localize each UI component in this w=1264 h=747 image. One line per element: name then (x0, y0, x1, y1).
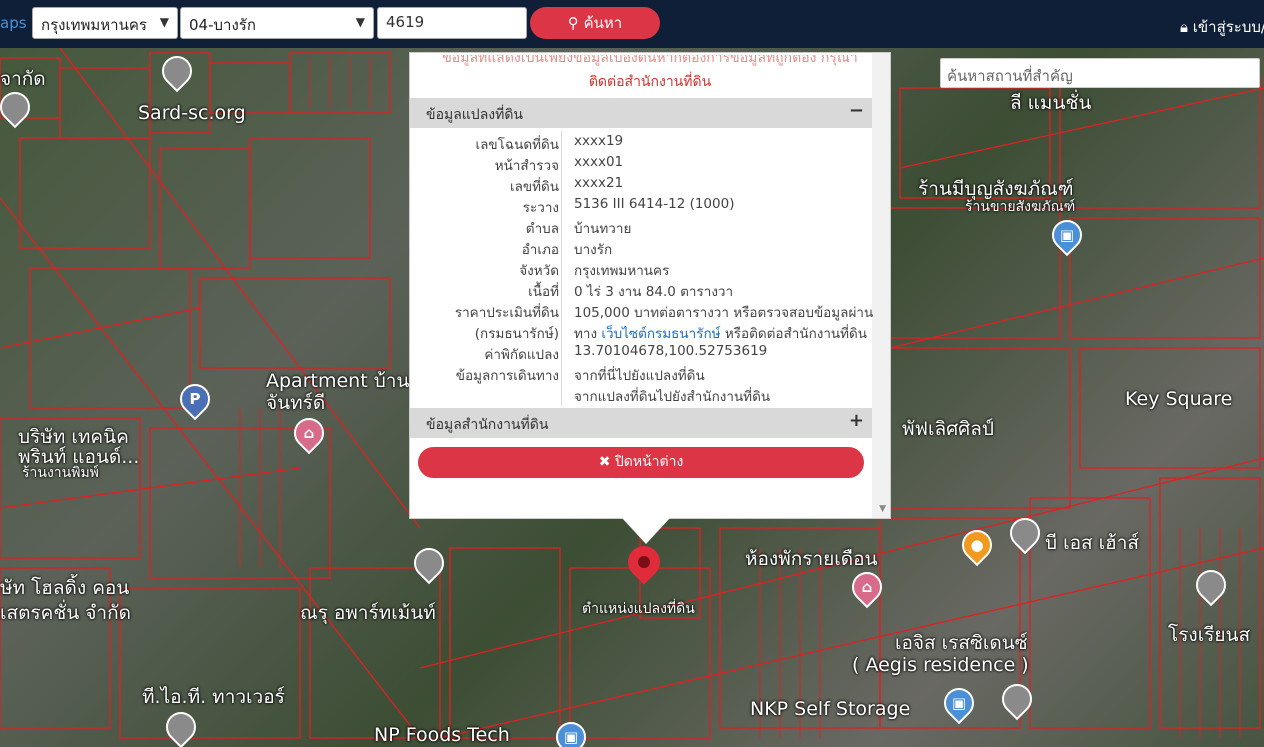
login-label: เข้าสู่ระบบ/ (1192, 18, 1264, 36)
treasury-website-link[interactable]: เว็บไซต์กรมธนารักษ์ (601, 326, 720, 342)
row-value-post: หรือติดต่อสำนักงานที่ดิน (720, 326, 868, 342)
map-label: NP Foods Tech (374, 724, 510, 746)
row-value: xxxx01 (574, 154, 624, 170)
map-label: เสตรคชั่น จำกัด (0, 602, 131, 624)
map-label: ณรุ อพาร์ทเม้นท์ (300, 602, 436, 624)
info-row: เนื้อที่ 0 ไร่ 3 งาน 84.0 ตารางวา (410, 278, 872, 300)
search-icon: ⚲ (567, 14, 579, 32)
notice-line-1: ข้อมูลที่แสดงเป็นเพียงข้อมูลเบื้องต้นหาก… (442, 55, 858, 66)
info-row: อำเภอ บางรัก (410, 236, 872, 258)
district-select[interactable]: 04-บางรัก ▼ (180, 7, 374, 39)
info-row: จังหวัด กรุงเทพมหานคร (410, 257, 872, 279)
coordinates-link[interactable]: 13.70104678,100.52753619 (574, 343, 767, 359)
map-label: ที.ไอ.ที. ทาวเวอร์ (142, 686, 285, 708)
notice-text: ข้อมูลที่แสดงเป็นเพียงข้อมูลเบื้องต้นหาก… (410, 53, 890, 97)
notice-line-2: ติดต่อสำนักงานที่ดิน (588, 74, 712, 90)
map-label: ( Aegis residence ) (852, 654, 1029, 676)
close-window-button[interactable]: ✖ ปิดหน้าต่าง (418, 447, 864, 478)
marker-label: ตำแหน่งแปลงที่ดิน (582, 601, 695, 617)
map-label: Key Square (1125, 388, 1233, 410)
info-row: ข้อมูลการเดินทาง จากที่นี่ไปยังแปลงที่ดิน (410, 362, 872, 384)
info-row: ระวาง 5136 III 6414-12 (1000) (410, 194, 872, 216)
parcel-info-popup: ข้อมูลที่แสดงเป็นเพียงข้อมูลเบื้องต้นหาก… (409, 52, 891, 544)
info-row: หน้าสำรวจ xxxx01 (410, 152, 872, 174)
search-button[interactable]: ⚲ ค้นหา (530, 7, 660, 39)
close-icon: ✖ (598, 454, 611, 470)
info-row: จากแปลงที่ดินไปยังสำนักงานที่ดิน (410, 383, 872, 407)
lock-icon: 🔒︎ (1180, 18, 1188, 36)
info-row: ค่าพิกัดแปลง 13.70104678,100.52753619 (410, 341, 872, 363)
info-row: ตำบล บ้านทวาย (410, 215, 872, 237)
close-button-label: ปิดหน้าต่าง (614, 454, 684, 470)
directions-to-office-link[interactable]: จากแปลงที่ดินไปยังสำนักงานที่ดิน (574, 385, 770, 407)
province-select-value: กรุงเทพมหานคร (41, 16, 147, 34)
brand-text[interactable]: aps (0, 14, 27, 32)
map-label: บี เอส เฮ้าส์ (1045, 532, 1139, 554)
province-select[interactable]: กรุงเทพมหานคร ▼ (32, 7, 178, 39)
map-label: โรงเรียนส (1168, 624, 1251, 646)
map-label: ร้านงานพิมพ์ (22, 465, 99, 481)
collapse-icon[interactable]: − (849, 100, 864, 121)
row-value: xxxx19 (574, 133, 624, 149)
section-title: ข้อมูลแปลงที่ดิน (426, 107, 524, 123)
info-row: (กรมธนารักษ์) ทาง เว็บไซต์กรมธนารักษ์ หรื… (410, 320, 872, 342)
scroll-down-icon[interactable]: ▼ (879, 504, 886, 514)
row-value: xxxx21 (574, 175, 624, 191)
land-office-section-header[interactable]: ข้อมูลสำนักงานที่ดิน + (410, 408, 872, 438)
land-info-table: เลขโฉนดที่ดิน xxxx19 หน้าสำรวจ xxxx01 เลขท… (410, 131, 873, 407)
top-navbar: aps กรุงเทพมหานคร ▼ 04-บางรัก ▼ 4619 ⚲ ค… (0, 0, 1264, 48)
popup-scrollbar[interactable] (872, 53, 890, 518)
map-label: จากัด (0, 68, 46, 90)
search-button-label: ค้นหา (583, 14, 623, 32)
section-title: ข้อมูลสำนักงานที่ดิน (426, 417, 549, 433)
info-row: เลขโฉนดที่ดิน xxxx19 (410, 131, 872, 153)
info-row: ราคาประเมินที่ดิน 105,000 บาทต่อตารางวา ห… (410, 299, 873, 321)
map-label: ห้องพักรายเดือน (745, 548, 878, 570)
expand-icon[interactable]: + (849, 410, 864, 431)
place-search-input[interactable]: ค้นหาสถานที่สำคัญ (940, 58, 1260, 88)
chevron-down-icon: ▼ (355, 15, 365, 29)
map-label: Sard-sc.org (138, 102, 246, 124)
chevron-down-icon: ▼ (159, 15, 169, 29)
district-select-value: 04-บางรัก (189, 16, 256, 34)
row-value-pre: ทาง (574, 326, 602, 342)
map-label: จันทร์ดี (266, 392, 326, 414)
map-label: NKP Self Storage (750, 698, 911, 720)
map-label: ร้านขายสังฆภัณฑ์ (965, 199, 1076, 215)
info-row: เลขที่ดิน xxxx21 (410, 173, 872, 195)
map-label: ลี แมนชั่น (1010, 92, 1092, 114)
login-link[interactable]: 🔒︎ เข้าสู่ระบบ/ (1180, 15, 1264, 39)
map-label: พัฟเลิศศิลป์ (902, 418, 994, 440)
land-info-section-header[interactable]: ข้อมูลแปลงที่ดิน − (410, 98, 872, 128)
row-value: 5136 III 6414-12 (1000) (574, 196, 735, 212)
parcel-number-input[interactable]: 4619 (377, 7, 527, 39)
